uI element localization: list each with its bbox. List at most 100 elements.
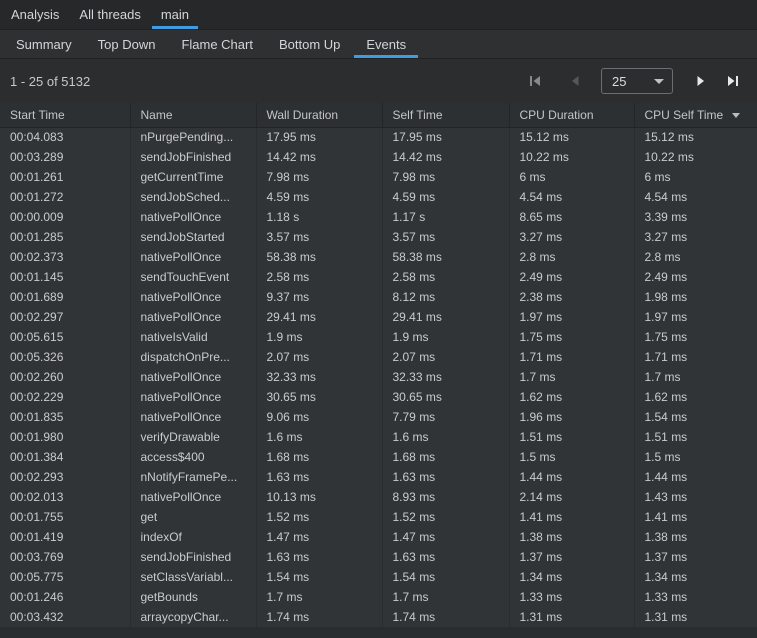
table-cell: 10.22 ms bbox=[634, 147, 757, 167]
table-row[interactable]: 00:01.272sendJobSched...4.59 ms4.59 ms4.… bbox=[0, 187, 757, 207]
tab-top-down[interactable]: Top Down bbox=[86, 30, 168, 58]
page-size-dropdown[interactable]: 25 bbox=[601, 68, 673, 94]
table-row[interactable]: 00:01.261getCurrentTime7.98 ms7.98 ms6 m… bbox=[0, 167, 757, 187]
events-table: Start Time Name Wall Duration Self Time … bbox=[0, 103, 757, 627]
column-header-wall-duration[interactable]: Wall Duration bbox=[256, 103, 382, 127]
table-cell: 3.57 ms bbox=[382, 227, 509, 247]
table-cell: 1.34 ms bbox=[509, 567, 634, 587]
table-cell: 1.68 ms bbox=[256, 447, 382, 467]
table-row[interactable]: 00:01.419indexOf1.47 ms1.47 ms1.38 ms1.3… bbox=[0, 527, 757, 547]
table-row[interactable]: 00:02.013nativePollOnce10.13 ms8.93 ms2.… bbox=[0, 487, 757, 507]
table-cell: 1.97 ms bbox=[634, 307, 757, 327]
table-cell: 10.22 ms bbox=[509, 147, 634, 167]
table-cell: 1.38 ms bbox=[634, 527, 757, 547]
table-cell: dispatchOnPre... bbox=[130, 347, 256, 367]
table-cell: 1.17 s bbox=[382, 207, 509, 227]
table-cell: 1.38 ms bbox=[509, 527, 634, 547]
table-cell: 00:02.297 bbox=[0, 307, 130, 327]
table-cell: 15.12 ms bbox=[509, 127, 634, 147]
tab-flame-chart[interactable]: Flame Chart bbox=[169, 30, 265, 58]
tab-all-threads[interactable]: All threads bbox=[70, 0, 149, 29]
first-page-button[interactable] bbox=[523, 69, 547, 93]
table-body: 00:04.083nPurgePending...17.95 ms17.95 m… bbox=[0, 127, 757, 627]
table-row[interactable]: 00:01.246getBounds1.7 ms1.7 ms1.33 ms1.3… bbox=[0, 587, 757, 607]
tab-bottom-up[interactable]: Bottom Up bbox=[267, 30, 352, 58]
table-row[interactable]: 00:02.373nativePollOnce58.38 ms58.38 ms2… bbox=[0, 247, 757, 267]
table-row[interactable]: 00:01.285sendJobStarted3.57 ms3.57 ms3.2… bbox=[0, 227, 757, 247]
last-page-button[interactable] bbox=[721, 69, 745, 93]
view-tab-bar: Summary Top Down Flame Chart Bottom Up E… bbox=[0, 30, 757, 59]
column-header-cpu-duration[interactable]: CPU Duration bbox=[509, 103, 634, 127]
table-row[interactable]: 00:02.229nativePollOnce30.65 ms30.65 ms1… bbox=[0, 387, 757, 407]
table-row[interactable]: 00:02.260nativePollOnce32.33 ms32.33 ms1… bbox=[0, 367, 757, 387]
table-cell: 1.7 ms bbox=[382, 587, 509, 607]
table-cell: 1.75 ms bbox=[509, 327, 634, 347]
page-size-value: 25 bbox=[612, 74, 626, 89]
tab-analysis[interactable]: Analysis bbox=[2, 0, 68, 29]
table-row[interactable]: 00:01.689nativePollOnce9.37 ms8.12 ms2.3… bbox=[0, 287, 757, 307]
table-cell: sendTouchEvent bbox=[130, 267, 256, 287]
table-row[interactable]: 00:01.145sendTouchEvent2.58 ms2.58 ms2.4… bbox=[0, 267, 757, 287]
column-header-start-time[interactable]: Start Time bbox=[0, 103, 130, 127]
table-cell: 00:02.373 bbox=[0, 247, 130, 267]
table-cell: 4.59 ms bbox=[382, 187, 509, 207]
table-row[interactable]: 00:05.326dispatchOnPre...2.07 ms2.07 ms1… bbox=[0, 347, 757, 367]
table-row[interactable]: 00:02.297nativePollOnce29.41 ms29.41 ms1… bbox=[0, 307, 757, 327]
table-cell: 1.63 ms bbox=[256, 467, 382, 487]
table-cell: nNotifyFramePe... bbox=[130, 467, 256, 487]
table-row[interactable]: 00:03.432arraycopyChar...1.74 ms1.74 ms1… bbox=[0, 607, 757, 627]
table-cell: 00:01.755 bbox=[0, 507, 130, 527]
table-cell: 00:03.289 bbox=[0, 147, 130, 167]
table-cell: 32.33 ms bbox=[382, 367, 509, 387]
table-row[interactable]: 00:01.384access$4001.68 ms1.68 ms1.5 ms1… bbox=[0, 447, 757, 467]
tab-summary[interactable]: Summary bbox=[4, 30, 84, 58]
column-header-self-time[interactable]: Self Time bbox=[382, 103, 509, 127]
table-cell: nPurgePending... bbox=[130, 127, 256, 147]
previous-page-icon bbox=[569, 75, 581, 87]
table-cell: 9.37 ms bbox=[256, 287, 382, 307]
table-cell: 1.5 ms bbox=[509, 447, 634, 467]
table-row[interactable]: 00:01.835nativePollOnce9.06 ms7.79 ms1.9… bbox=[0, 407, 757, 427]
table-cell: 30.65 ms bbox=[256, 387, 382, 407]
table-row[interactable]: 00:02.293nNotifyFramePe...1.63 ms1.63 ms… bbox=[0, 467, 757, 487]
table-cell: 1.44 ms bbox=[509, 467, 634, 487]
table-cell: 1.47 ms bbox=[256, 527, 382, 547]
table-cell: 1.71 ms bbox=[634, 347, 757, 367]
table-row[interactable]: 00:01.755get1.52 ms1.52 ms1.41 ms1.41 ms bbox=[0, 507, 757, 527]
table-cell: 1.34 ms bbox=[634, 567, 757, 587]
table-cell: 1.51 ms bbox=[634, 427, 757, 447]
table-cell: 1.9 ms bbox=[256, 327, 382, 347]
table-cell: 9.06 ms bbox=[256, 407, 382, 427]
previous-page-button[interactable] bbox=[563, 69, 587, 93]
table-cell: 00:01.261 bbox=[0, 167, 130, 187]
tab-main[interactable]: main bbox=[152, 0, 198, 29]
table-cell: 1.54 ms bbox=[382, 567, 509, 587]
table-row[interactable]: 00:03.289sendJobFinished14.42 ms14.42 ms… bbox=[0, 147, 757, 167]
table-cell: 3.27 ms bbox=[634, 227, 757, 247]
table-cell: 00:02.260 bbox=[0, 367, 130, 387]
pagination-toolbar: 1 - 25 of 5132 25 bbox=[0, 59, 757, 103]
table-cell: 1.7 ms bbox=[256, 587, 382, 607]
column-header-cpu-self-time-label: CPU Self Time bbox=[645, 108, 724, 122]
table-row[interactable]: 00:04.083nPurgePending...17.95 ms17.95 m… bbox=[0, 127, 757, 147]
table-cell: 1.41 ms bbox=[634, 507, 757, 527]
table-cell: 17.95 ms bbox=[382, 127, 509, 147]
table-cell: 1.97 ms bbox=[509, 307, 634, 327]
table-cell: 2.07 ms bbox=[382, 347, 509, 367]
table-cell: nativePollOnce bbox=[130, 387, 256, 407]
table-cell: 14.42 ms bbox=[382, 147, 509, 167]
column-header-cpu-self-time[interactable]: CPU Self Time bbox=[634, 103, 757, 127]
table-cell: 30.65 ms bbox=[382, 387, 509, 407]
table-row[interactable]: 00:05.775setClassVariabl...1.54 ms1.54 m… bbox=[0, 567, 757, 587]
table-cell: 1.37 ms bbox=[509, 547, 634, 567]
table-row[interactable]: 00:00.009nativePollOnce1.18 s1.17 s8.65 … bbox=[0, 207, 757, 227]
table-cell: 00:00.009 bbox=[0, 207, 130, 227]
table-row[interactable]: 00:05.615nativeIsValid1.9 ms1.9 ms1.75 m… bbox=[0, 327, 757, 347]
tab-events[interactable]: Events bbox=[354, 30, 418, 58]
table-cell: 8.12 ms bbox=[382, 287, 509, 307]
table-cell: 14.42 ms bbox=[256, 147, 382, 167]
table-row[interactable]: 00:01.980verifyDrawable1.6 ms1.6 ms1.51 … bbox=[0, 427, 757, 447]
next-page-button[interactable] bbox=[689, 69, 713, 93]
column-header-name[interactable]: Name bbox=[130, 103, 256, 127]
table-row[interactable]: 00:03.769sendJobFinished1.63 ms1.63 ms1.… bbox=[0, 547, 757, 567]
